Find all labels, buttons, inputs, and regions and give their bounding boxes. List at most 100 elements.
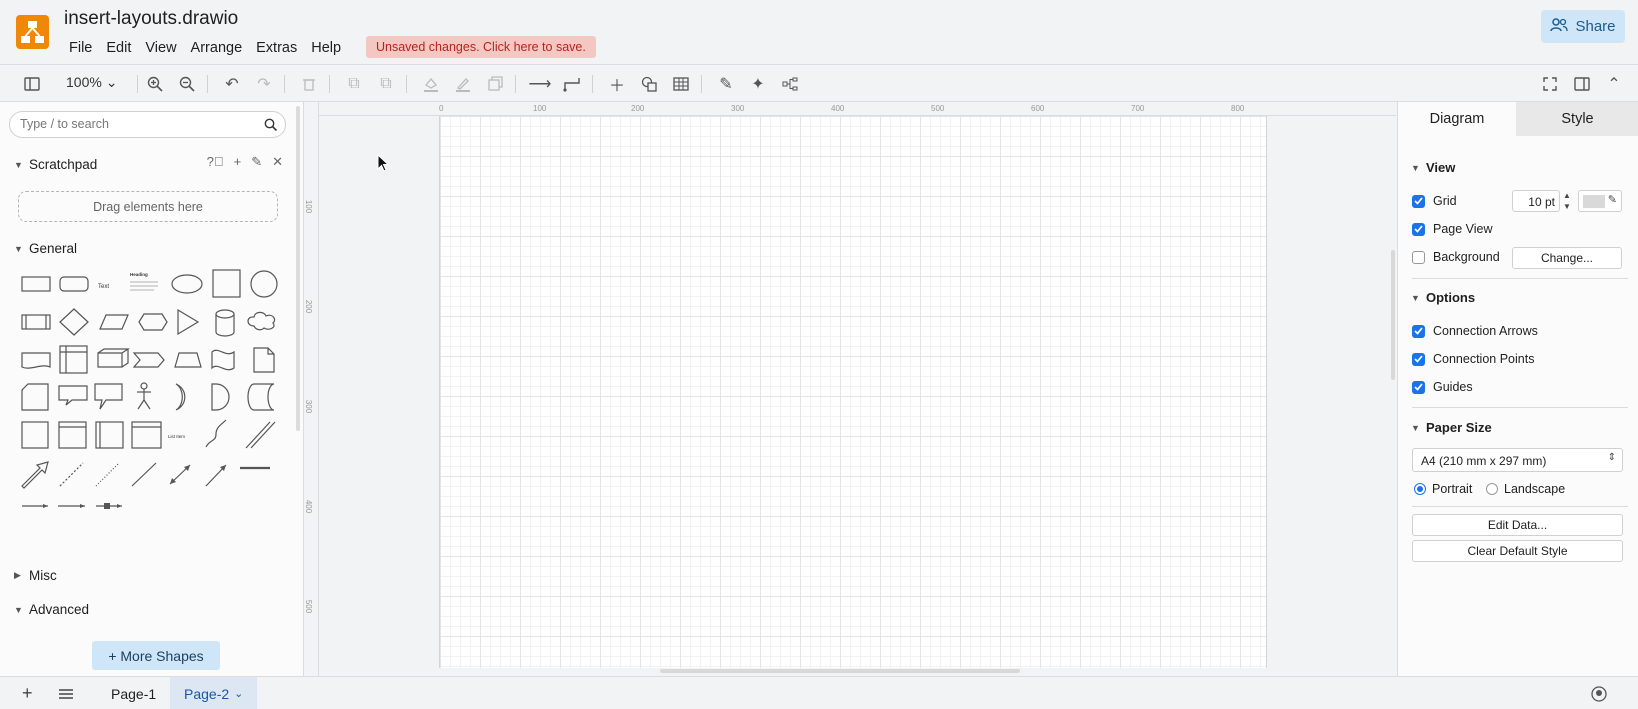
menu-arrange[interactable]: Arrange [184,37,250,59]
shape-text-label[interactable]: Text [98,284,109,290]
shape-heading-label[interactable]: Heading [130,272,148,277]
shape-document[interactable] [21,352,51,369]
zoom-dropdown[interactable]: 100% ⌄ [66,74,117,91]
shape-internal-storage[interactable] [59,345,88,374]
connection-arrows-checkbox[interactable]: Connection Arrows [1412,324,1538,338]
shape-parallelogram[interactable] [99,314,129,330]
menu-file[interactable]: File [62,37,99,59]
checkbox-checked-icon[interactable] [1412,380,1425,394]
layout-tree-icon[interactable] [778,72,802,96]
shape-list[interactable] [131,421,162,449]
landscape-radio[interactable]: Landscape [1486,482,1565,496]
page-tab-2[interactable]: Page-2 ⌄ [170,677,258,709]
grid-color-picker[interactable]: ✎ [1578,190,1622,212]
vertical-scrollbar[interactable] [1391,250,1395,380]
zoom-out-icon[interactable] [175,72,199,96]
shape-triangle[interactable] [177,308,200,336]
menu-help[interactable]: Help [304,37,348,59]
shape-cloud[interactable] [247,311,276,331]
close-icon[interactable]: ✕ [272,154,283,170]
diagram-canvas[interactable]: 0 100 200 300 400 500 600 700 800 100 20… [305,102,1396,676]
paper-size-select[interactable]: A4 (210 mm x 297 mm) ⇕ [1412,448,1623,472]
grid-size-input[interactable]: 10 pt [1512,190,1560,212]
section-scratchpad[interactable]: ▼ Scratchpad [14,157,97,172]
menu-extras[interactable]: Extras [249,37,304,59]
section-advanced[interactable]: ▼ Advanced [14,602,89,617]
to-back-icon[interactable]: ⧉ [374,72,398,96]
shape-speech-bubble[interactable] [94,383,123,410]
grid-checkbox[interactable]: Grid [1412,194,1457,208]
help-icon[interactable]: ?⃝ [207,154,224,170]
table-icon[interactable] [669,72,693,96]
document-title[interactable]: insert-layouts.drawio [64,8,238,30]
shape-dotted-line[interactable] [95,462,120,487]
checkbox-checked-icon[interactable] [1412,352,1425,366]
chevron-down-icon[interactable]: ⌄ [234,687,243,700]
clear-default-style-button[interactable]: Clear Default Style [1412,540,1623,562]
menu-view[interactable]: View [138,37,183,59]
edit-data-button[interactable]: Edit Data... [1412,514,1623,536]
zoom-in-icon[interactable] [143,72,167,96]
shape-diamond[interactable] [59,308,89,336]
shape-step[interactable] [132,352,165,368]
to-front-icon[interactable]: ⧉ [342,72,366,96]
more-shapes-button[interactable]: + More Shapes [92,641,220,670]
waypoints-icon[interactable] [560,72,584,96]
shape-rounded-rectangle[interactable] [59,276,89,292]
section-general[interactable]: ▼ General [14,241,77,256]
shape-square[interactable] [212,269,241,298]
portrait-radio[interactable]: Portrait [1414,482,1472,496]
shape-search[interactable] [9,111,286,138]
shape-bidirectional-arrow[interactable] [245,421,271,449]
shape-swimlane[interactable] [58,421,87,449]
connection-points-checkbox[interactable]: Connection Points [1412,352,1534,366]
undo-icon[interactable]: ↶ [220,72,244,96]
search-input[interactable] [20,117,250,131]
connection-icon[interactable]: ⟶ [528,72,552,96]
shadow-icon[interactable] [483,72,507,96]
section-misc[interactable]: ▶ Misc [14,568,57,583]
shape-rectangle[interactable] [21,276,51,292]
share-button[interactable]: Share [1541,10,1625,43]
fill-color-icon[interactable] [419,72,443,96]
shape-actor[interactable] [140,382,148,390]
add-icon[interactable]: + [234,154,242,170]
shape-stored-data[interactable] [247,383,275,411]
diagram-page[interactable] [439,116,1267,668]
shape-card[interactable] [21,383,49,411]
shape-cylinder[interactable] [215,309,235,337]
format-panel-toggle-icon[interactable] [1570,72,1594,96]
radio-selected-icon[interactable] [1414,483,1426,495]
search-icon[interactable] [264,118,278,136]
generate-sparkle-icon[interactable]: ✦ [746,72,770,96]
view-section-title[interactable]: ▼ View [1411,160,1455,175]
shapes-icon[interactable] [637,72,661,96]
shape-note[interactable] [253,347,275,373]
collapse-chevron-up-icon[interactable]: ⌃ [1602,72,1626,96]
shape-ellipse[interactable] [171,274,203,294]
checkbox-unchecked-icon[interactable] [1412,250,1425,264]
radio-unselected-icon[interactable] [1486,483,1498,495]
shape-container[interactable] [21,421,49,449]
insert-plus-icon[interactable]: ＋ [605,72,629,96]
page-view-checkbox[interactable]: Page View [1412,222,1493,236]
edit-icon[interactable]: ✎ [251,154,262,170]
shape-circle[interactable] [250,270,278,298]
change-background-button[interactable]: Change... [1512,247,1622,269]
checkbox-checked-icon[interactable] [1412,324,1425,338]
checkbox-checked-icon[interactable] [1412,222,1425,236]
horizontal-scrollbar[interactable] [660,669,1020,673]
github-octocat-icon[interactable] [1591,677,1607,709]
line-color-icon[interactable] [451,72,475,96]
shape-cube[interactable] [97,348,130,368]
menu-edit[interactable]: Edit [99,37,138,59]
shape-callout[interactable] [58,385,88,406]
sidebar-toggle-icon[interactable] [20,72,44,96]
shape-dashed-line[interactable] [59,462,84,487]
fullscreen-icon[interactable] [1538,72,1562,96]
options-section-title[interactable]: ▼ Options [1411,290,1475,305]
add-page-icon[interactable]: + [22,677,38,709]
sidebar-scrollbar[interactable] [296,106,300,431]
drawio-logo[interactable] [16,15,49,49]
shape-hexagon[interactable] [138,313,168,331]
